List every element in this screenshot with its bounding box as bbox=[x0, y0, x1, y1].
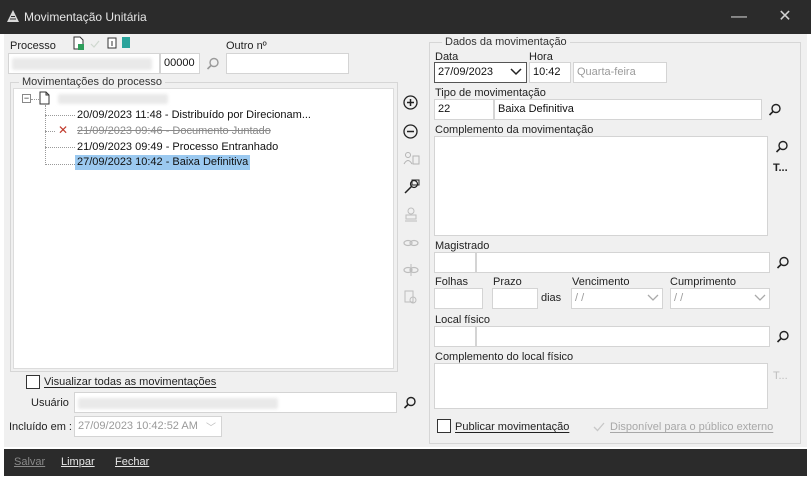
chevron-down-icon: ﹀ bbox=[206, 423, 216, 434]
search-local-icon[interactable] bbox=[776, 330, 790, 344]
cumprimento-label: Cumprimento bbox=[670, 276, 737, 288]
local-name-field[interactable] bbox=[476, 326, 770, 347]
title-bar: Movimentação Unitária — ✕ bbox=[0, 0, 811, 34]
complemento-text-button[interactable]: T... bbox=[773, 162, 788, 174]
data-value: 27/09/2023 bbox=[438, 66, 494, 78]
tipo-code-field[interactable]: 22 bbox=[434, 99, 494, 120]
disponivel-label: Disponível para o público externo bbox=[610, 421, 774, 433]
user-search-icon[interactable] bbox=[403, 179, 420, 195]
incluido-field: 27/09/2023 10:42:52 AM bbox=[74, 416, 222, 437]
stamp-icon[interactable] bbox=[403, 207, 419, 223]
vencimento-label: Vencimento bbox=[572, 276, 630, 288]
visualizar-checkbox[interactable] bbox=[26, 375, 40, 389]
search-complemento-icon[interactable] bbox=[775, 140, 789, 154]
chevron-down-icon[interactable] bbox=[754, 293, 766, 303]
footer-bar: Salvar Limpar Fechar bbox=[4, 449, 807, 476]
add-icon[interactable] bbox=[403, 95, 418, 110]
local-label: Local físico bbox=[435, 314, 491, 326]
search-usuario-icon[interactable] bbox=[403, 396, 417, 410]
movimentacoes-tree[interactable]: − 20/09/2023 11:48 - Distribuído por Dir… bbox=[13, 88, 394, 369]
user-document-icon[interactable] bbox=[403, 151, 420, 166]
incluido-label: Incluído em : bbox=[9, 421, 72, 433]
limpar-button[interactable]: Limpar bbox=[61, 456, 95, 468]
new-document-icon[interactable] bbox=[72, 36, 86, 51]
tree-connector bbox=[31, 99, 39, 100]
outro-label: Outro nº bbox=[226, 40, 267, 52]
tipo-label: Tipo de movimentação bbox=[435, 87, 546, 99]
publicar-checkbox[interactable] bbox=[437, 419, 451, 433]
document-view-icon[interactable] bbox=[403, 290, 419, 305]
window-title: Movimentação Unitária bbox=[24, 10, 147, 24]
publicar-label[interactable]: Publicar movimentação bbox=[455, 421, 569, 433]
visualizar-label[interactable]: Visualizar todas as movimentações bbox=[44, 376, 216, 388]
movimentacoes-label: Movimentações do processo bbox=[19, 76, 166, 88]
complemento-local-textarea[interactable] bbox=[434, 363, 768, 409]
processo-suffix-field[interactable]: 00000 bbox=[160, 53, 200, 74]
magistrado-label: Magistrado bbox=[435, 240, 490, 252]
check-icon bbox=[593, 422, 605, 432]
tree-connector bbox=[45, 115, 75, 116]
process-root-label bbox=[58, 94, 168, 104]
processo-number-field[interactable] bbox=[8, 53, 160, 74]
hora-field[interactable]: 10:42 bbox=[529, 62, 571, 83]
outro-field[interactable] bbox=[226, 53, 349, 74]
close-button[interactable]: ✕ bbox=[770, 6, 800, 28]
complemento-local-label: Complemento do local físico bbox=[435, 351, 574, 363]
usuario-label: Usuário bbox=[31, 397, 69, 409]
dias-label: dias bbox=[541, 292, 562, 304]
chevron-down-icon[interactable] bbox=[510, 67, 522, 77]
link-icon[interactable] bbox=[403, 236, 419, 250]
usuario-field[interactable] bbox=[74, 392, 397, 413]
remove-icon[interactable] bbox=[403, 124, 418, 139]
folhas-label: Folhas bbox=[435, 276, 469, 288]
chevron-down-icon[interactable] bbox=[647, 293, 659, 303]
complemento-local-text-button[interactable]: T... bbox=[773, 370, 788, 382]
process-document-icon bbox=[39, 91, 50, 105]
tree-item[interactable]: 20/09/2023 11:48 - Distribuído por Direc… bbox=[77, 108, 311, 123]
cumprimento-value: / / bbox=[674, 292, 684, 304]
salvar-button[interactable]: Salvar bbox=[14, 456, 45, 468]
prazo-field[interactable] bbox=[492, 288, 538, 309]
magistrado-code-field[interactable] bbox=[434, 252, 476, 273]
processo-label: Processo bbox=[10, 40, 56, 52]
tree-vertical-line bbox=[45, 105, 46, 165]
tree-connector bbox=[45, 164, 75, 165]
tree-connector bbox=[45, 147, 75, 148]
vencimento-value: / / bbox=[575, 292, 585, 304]
minimize-button[interactable]: — bbox=[724, 6, 754, 28]
status-color-icon bbox=[122, 37, 130, 48]
deleted-x-icon: ✕ bbox=[58, 123, 69, 137]
info-document-icon[interactable] bbox=[107, 37, 118, 49]
fechar-button[interactable]: Fechar bbox=[115, 456, 149, 468]
collapse-toggle-icon[interactable]: − bbox=[22, 94, 31, 103]
weekday-field: Quarta-feira bbox=[573, 62, 667, 83]
search-tipo-icon[interactable] bbox=[768, 103, 782, 117]
search-magistrado-icon[interactable] bbox=[776, 256, 790, 270]
dados-group-title: Dados da movimentação bbox=[442, 36, 570, 48]
complemento-label: Complemento da movimentação bbox=[435, 124, 594, 136]
complemento-textarea[interactable] bbox=[434, 136, 768, 236]
unlink-icon[interactable] bbox=[403, 263, 419, 277]
check-icon bbox=[90, 40, 100, 48]
search-processo-icon[interactable] bbox=[206, 57, 220, 71]
tree-connector bbox=[45, 131, 55, 132]
tree-item[interactable]: 21/09/2023 09:46 - Documento Juntado bbox=[77, 124, 271, 139]
tipo-desc-field[interactable]: Baixa Definitiva bbox=[494, 99, 762, 120]
tree-item[interactable]: 21/09/2023 09:49 - Processo Entranhado bbox=[77, 140, 278, 155]
folhas-field[interactable] bbox=[434, 288, 483, 309]
local-code-field[interactable] bbox=[434, 326, 476, 347]
tree-item-selected[interactable]: 27/09/2023 10:42 - Baixa Definitiva bbox=[75, 155, 251, 170]
magistrado-name-field[interactable] bbox=[476, 252, 770, 273]
prazo-label: Prazo bbox=[493, 276, 522, 288]
incluido-value: 27/09/2023 10:42:52 AM bbox=[78, 420, 198, 432]
app-logo-icon bbox=[7, 10, 19, 22]
